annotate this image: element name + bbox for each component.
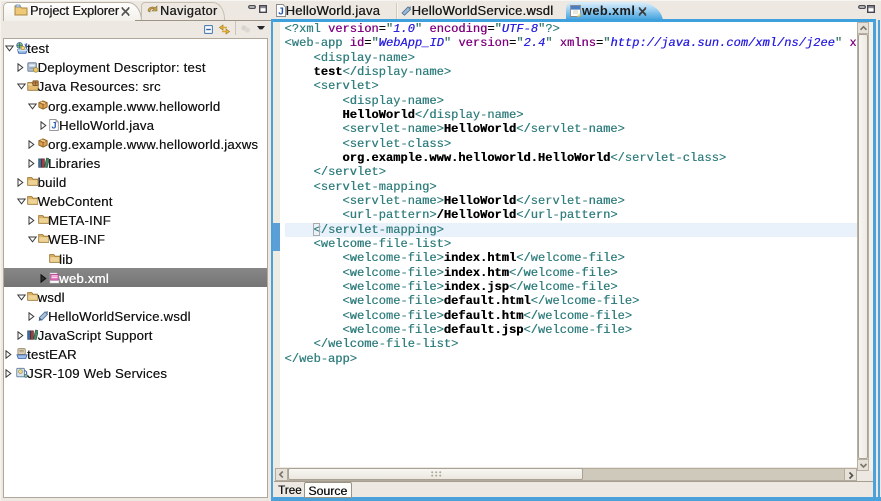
svg-text:J: J (278, 7, 284, 18)
svg-text:J: J (51, 120, 56, 130)
